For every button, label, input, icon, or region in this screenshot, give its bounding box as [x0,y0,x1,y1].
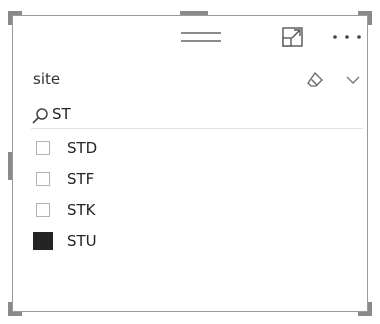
list-item[interactable]: STF [33,165,353,196]
drag-grip-icon[interactable] [179,30,223,44]
list-item[interactable]: STD [33,134,353,165]
slicer-title: site [33,70,61,88]
list-item-label: STK [67,201,96,219]
search-icon [32,108,48,124]
checkbox[interactable] [36,141,50,155]
focus-mode-icon[interactable] [281,25,305,49]
clear-selections-icon[interactable] [305,70,325,90]
list-item-label: STU [67,232,97,250]
slicer-item-list: STD STF STK STU [33,134,353,258]
list-item[interactable]: STU [33,227,353,258]
list-item-label: STF [67,170,95,188]
list-item[interactable]: STK [33,196,353,227]
checkbox[interactable] [36,203,50,217]
checkbox[interactable] [36,172,50,186]
search-box[interactable] [31,102,363,129]
list-item-label: STD [67,139,98,157]
search-input[interactable] [52,103,352,125]
slicer-visual: site STD STF STK STU [12,15,368,312]
visual-header [13,16,367,58]
more-options-icon[interactable] [330,25,364,49]
slicer-header: site [13,68,367,92]
checkbox[interactable] [33,232,53,250]
chevron-down-icon[interactable] [344,72,362,88]
